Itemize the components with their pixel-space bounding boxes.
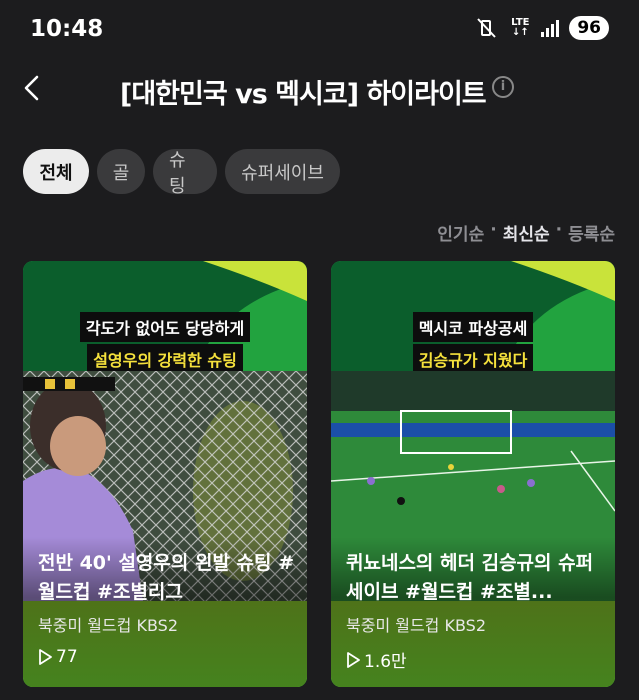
sort-popular[interactable]: 인기순 <box>437 220 484 245</box>
filter-shooting[interactable]: 슈팅 <box>153 149 217 197</box>
filter-chips: 전체 골 슈팅 슈퍼세이브 <box>23 149 340 197</box>
sort-registered[interactable]: 등록순 <box>568 220 615 245</box>
back-arrow-icon[interactable] <box>20 74 44 102</box>
sort-separator: · <box>490 220 497 240</box>
lte-indicator: LTE ↓↑ <box>511 17 530 38</box>
play-icon <box>347 651 360 668</box>
caption-box: 각도가 없어도 당당하게 설영우의 강력한 슈팅 <box>23 311 307 375</box>
header: [대한민국 vs 멕시코] 하이라이트 i <box>0 64 639 114</box>
play-icon <box>39 649 52 665</box>
signal-icon <box>541 19 560 37</box>
card-title: 퀴뇨네스의 헤더 김승규의 슈퍼 세이브 #월드컵 #조별... <box>346 552 594 603</box>
filter-goal[interactable]: 골 <box>97 149 145 194</box>
card-channel: 북중미 월드컵 KBS2 <box>38 616 179 635</box>
view-count-value: 77 <box>56 647 78 667</box>
caption-line-2: 김승규가 지웠다 <box>412 344 534 374</box>
video-card[interactable]: 멕시코 파상공세 김승규가 지웠다 퀴뇨네스의 헤더 김승규의 슈퍼 세이브 #… <box>331 261 615 687</box>
card-title: 전반 40' 설영우의 왼발 슈팅 #월드컵 #조별리그 <box>38 552 295 603</box>
view-count: 1.6만 <box>346 647 407 672</box>
sort-separator: · <box>555 220 563 240</box>
status-time: 10:48 <box>30 16 104 42</box>
status-icons: LTE ↓↑ 96 <box>475 16 609 40</box>
card-channel: 북중미 월드컵 KBS2 <box>346 616 487 635</box>
battery-badge: 96 <box>569 16 609 40</box>
filter-super-save[interactable]: 슈퍼세이브 <box>225 149 340 194</box>
status-bar: 10:48 LTE ↓↑ 96 <box>0 0 639 60</box>
view-count: 77 <box>38 647 78 667</box>
filter-all[interactable]: 전체 <box>23 149 89 194</box>
sort-options: 인기순 · 최신순 · 등록순 <box>437 220 615 245</box>
vibrate-mute-icon <box>477 18 497 38</box>
sort-latest[interactable]: 최신순 <box>503 220 550 245</box>
view-count-value: 1.6만 <box>364 652 407 672</box>
info-icon[interactable]: i <box>492 76 514 98</box>
caption-line-2: 설영우의 강력한 슈팅 <box>87 344 243 374</box>
caption-box: 멕시코 파상공세 김승규가 지웠다 <box>331 311 615 375</box>
page-title: [대한민국 vs 멕시코] 하이라이트 <box>120 79 487 110</box>
caption-line-1: 멕시코 파상공세 <box>412 312 534 342</box>
caption-line-1: 각도가 없어도 당당하게 <box>79 312 251 342</box>
video-card[interactable]: 각도가 없어도 당당하게 설영우의 강력한 슈팅 전반 40' 설영우의 왼발 … <box>23 261 307 687</box>
